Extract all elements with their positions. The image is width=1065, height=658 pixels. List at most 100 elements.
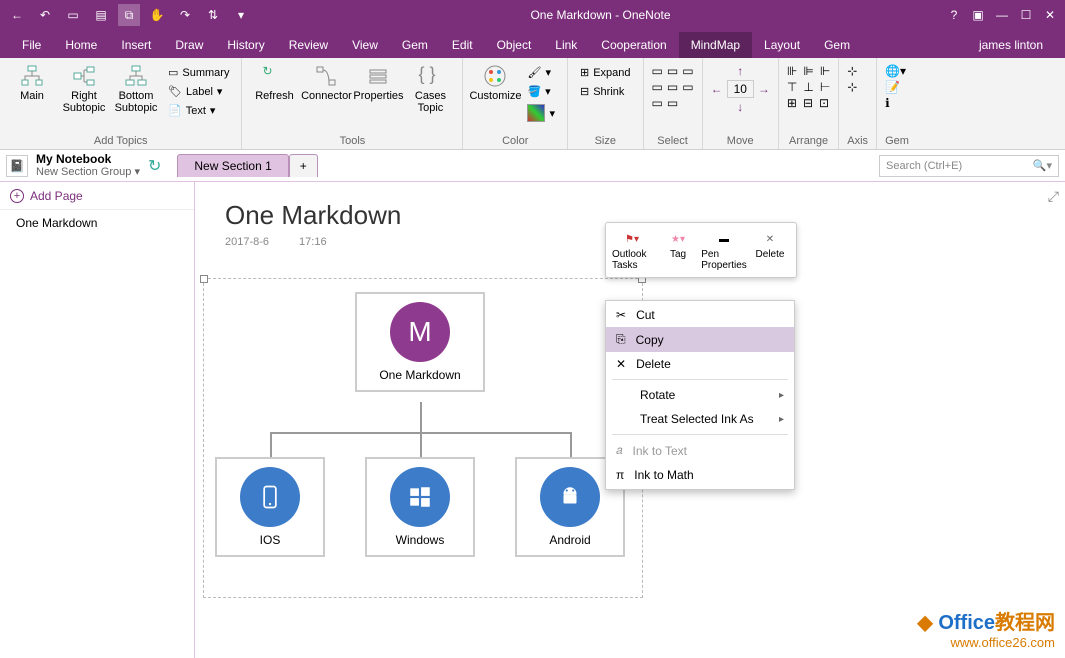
group-arrange: ⊪⊫⊩ ⊤⊥⊢ ⊞⊟⊡ Arrange [779, 58, 839, 149]
ribbon-toggle-icon[interactable]: ▣ [967, 4, 989, 26]
select-btn-6[interactable]: ▭ [682, 80, 693, 94]
tab-review[interactable]: Review [277, 32, 340, 58]
gem-2[interactable]: 📝 [885, 80, 906, 94]
connector-button[interactable]: Connector [302, 60, 350, 102]
page-title[interactable]: One Markdown [225, 200, 401, 231]
cases-topic-button[interactable]: { }Cases Topic [406, 60, 454, 114]
customize-button[interactable]: Customize [471, 60, 519, 102]
arr-7[interactable]: ⊞ [787, 96, 797, 110]
move-value[interactable]: 10 [727, 80, 754, 98]
main-button[interactable]: Main [8, 60, 56, 102]
tab-object[interactable]: Object [485, 32, 544, 58]
page-canvas[interactable]: ⤢ One Markdown 2017-8-6 17:16 M One Mark… [195, 182, 1065, 658]
page-meta: 2017-8-6 17:16 [225, 236, 327, 248]
close-icon[interactable]: ✕ [1039, 4, 1061, 26]
arr-1[interactable]: ⊪ [787, 64, 797, 78]
move-right-icon[interactable]: → [758, 82, 770, 96]
gem-1[interactable]: 🌐▾ [885, 64, 906, 78]
move-down-icon[interactable]: ↓ [737, 100, 743, 114]
label-button[interactable]: 🏷Label▾ [164, 83, 233, 100]
summary-button[interactable]: ▭Summary [164, 64, 233, 81]
mindmap-child-node[interactable]: Windows [365, 457, 475, 557]
mindmap-root-node[interactable]: M One Markdown [355, 292, 485, 392]
tab-mindmap[interactable]: MindMap [679, 32, 752, 58]
tab-insert[interactable]: Insert [109, 32, 163, 58]
search-input[interactable]: Search (Ctrl+E) 🔍▾ [879, 155, 1059, 177]
mindmap-child-node[interactable]: IOS [215, 457, 325, 557]
tab-layout[interactable]: Layout [752, 32, 812, 58]
bottom-subtopic-button[interactable]: Bottom Subtopic [112, 60, 160, 114]
arr-5[interactable]: ⊥ [803, 80, 813, 94]
tab-gem1[interactable]: Gem [390, 32, 440, 58]
tab-history[interactable]: History [215, 32, 276, 58]
panel-icon[interactable]: ▭ [62, 4, 84, 26]
tab-home[interactable]: Home [53, 32, 109, 58]
back-icon[interactable]: ← [6, 4, 28, 26]
ctx-rotate[interactable]: Rotate▸ [606, 383, 794, 407]
tab-link[interactable]: Link [543, 32, 589, 58]
tab-file[interactable]: File [10, 32, 53, 58]
right-subtopic-button[interactable]: Right Subtopic [60, 60, 108, 114]
text-button[interactable]: 📄Text▾ [164, 102, 233, 119]
refresh-button[interactable]: ↻Refresh [250, 60, 298, 102]
shrink-button[interactable]: ⊟Shrink [576, 83, 635, 100]
help-icon[interactable]: ? [943, 4, 965, 26]
arr-6[interactable]: ⊢ [820, 80, 830, 94]
sync-icon[interactable]: ⇅ [202, 4, 224, 26]
color-swatch[interactable]: ▾ [523, 102, 559, 124]
brush-button[interactable]: 🖌▾ [523, 64, 559, 81]
expand-button[interactable]: ⊞Expand [576, 64, 635, 81]
select-btn-3[interactable]: ▭ [682, 64, 693, 78]
undo-icon[interactable]: ↶ [34, 4, 56, 26]
section-tab[interactable]: New Section 1 [177, 154, 288, 177]
select-btn-2[interactable]: ▭ [667, 64, 678, 78]
tag-button[interactable]: ★▾Tag [656, 227, 700, 273]
tab-cooperation[interactable]: Cooperation [589, 32, 678, 58]
arr-9[interactable]: ⊡ [819, 96, 829, 110]
select-btn-5[interactable]: ▭ [667, 80, 678, 94]
select-btn-8[interactable]: ▭ [667, 96, 678, 110]
arr-8[interactable]: ⊟ [803, 96, 813, 110]
ctx-treat-ink[interactable]: Treat Selected Ink As▸ [606, 407, 794, 431]
move-up-icon[interactable]: ↑ [737, 64, 743, 78]
redo-icon[interactable]: ↷ [174, 4, 196, 26]
minimize-icon[interactable]: — [991, 4, 1013, 26]
ctx-cut[interactable]: ✂Cut [606, 303, 794, 327]
connector-line [420, 432, 422, 457]
page-icon[interactable]: ▤ [90, 4, 112, 26]
page-item[interactable]: One Markdown [0, 210, 194, 236]
gem-3[interactable]: ℹ [885, 96, 906, 110]
tab-gem2[interactable]: Gem [812, 32, 862, 58]
tab-view[interactable]: View [340, 32, 390, 58]
dock-icon[interactable]: ⧉ [118, 4, 140, 26]
arr-2[interactable]: ⊫ [803, 64, 813, 78]
expand-canvas-icon[interactable]: ⤢ [1048, 188, 1059, 205]
bucket-button[interactable]: 🪣▾ [523, 83, 559, 100]
axis-1[interactable]: ⊹ [847, 64, 857, 78]
select-btn-4[interactable]: ▭ [652, 80, 663, 94]
axis-2[interactable]: ⊹ [847, 80, 857, 94]
touch-icon[interactable]: ✋ [146, 4, 168, 26]
notebook-icon[interactable]: 📓 [6, 155, 28, 177]
sync-status-icon[interactable]: ↻ [148, 156, 161, 176]
ctx-delete[interactable]: ✕Delete [606, 352, 794, 376]
tab-draw[interactable]: Draw [163, 32, 215, 58]
add-page-button[interactable]: + Add Page [0, 182, 194, 210]
user-name[interactable]: james linton [967, 32, 1055, 58]
delete-button[interactable]: ✕Delete [748, 227, 792, 273]
notebook-info[interactable]: My Notebook New Section Group ▾ [36, 153, 140, 179]
select-btn-1[interactable]: ▭ [652, 64, 663, 78]
ctx-ink-math[interactable]: πInk to Math [606, 463, 794, 487]
outlook-tasks-button[interactable]: ⚑▾Outlook Tasks [610, 227, 654, 273]
select-btn-7[interactable]: ▭ [652, 96, 663, 110]
arr-4[interactable]: ⊤ [787, 80, 797, 94]
ctx-copy[interactable]: ⎘Copy [606, 327, 794, 352]
maximize-icon[interactable]: ☐ [1015, 4, 1037, 26]
add-section-button[interactable]: + [289, 154, 318, 177]
properties-button[interactable]: Properties [354, 60, 402, 102]
arr-3[interactable]: ⊩ [820, 64, 830, 78]
move-left-icon[interactable]: ← [711, 82, 723, 96]
pen-properties-button[interactable]: ▬Pen Properties [702, 227, 746, 273]
tab-edit[interactable]: Edit [440, 32, 485, 58]
qat-more-icon[interactable]: ▾ [230, 4, 252, 26]
